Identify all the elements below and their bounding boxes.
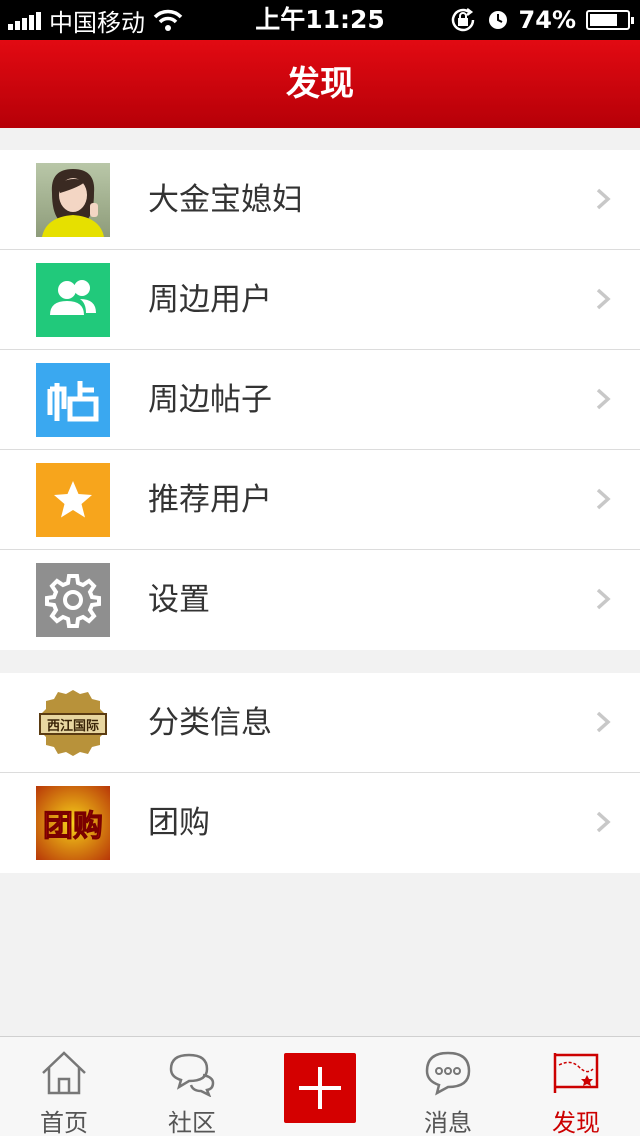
list-item-label: 周边帖子 (148, 382, 272, 418)
battery-percent: 74% (518, 6, 576, 34)
list-item-label: 推荐用户 (148, 482, 272, 518)
message-icon (425, 1051, 471, 1096)
chevron-right-icon (596, 711, 611, 733)
tab-label: 首页 (40, 1109, 88, 1136)
list-item-label: 设置 (148, 582, 210, 618)
list-item-recommended-users[interactable]: 推荐用户 (0, 450, 640, 550)
rotation-lock-icon (451, 8, 474, 32)
list-item-label: 分类信息 (148, 705, 272, 741)
list-item-label: 大金宝媳妇 (148, 182, 303, 218)
tab-community[interactable]: 社区 (128, 1037, 256, 1136)
chevron-right-icon (596, 288, 611, 310)
chat-bubbles-icon (169, 1053, 215, 1097)
tab-label: 发现 (552, 1109, 600, 1136)
svg-text:团购: 团购 (43, 809, 103, 844)
tab-home[interactable]: 首页 (0, 1037, 128, 1136)
users-icon (36, 263, 110, 337)
plus-icon (299, 1067, 341, 1109)
list-item-label: 团购 (148, 805, 210, 841)
alarm-icon (488, 11, 507, 29)
chevron-right-icon (596, 811, 611, 833)
user-avatar (36, 163, 110, 237)
add-post-button[interactable] (284, 1053, 356, 1123)
tab-bar: 首页 社区 消息 发现 (0, 1036, 640, 1136)
category-logo: 西江国际 (36, 686, 110, 760)
star-icon (36, 463, 110, 537)
page-title: 发现 (286, 64, 354, 104)
list-item-nearby-users[interactable]: 周边用户 (0, 250, 640, 350)
status-bar: 中国移动 上午11:25 74% (0, 0, 640, 40)
post-icon (36, 363, 110, 437)
chevron-right-icon (596, 188, 611, 210)
svg-text:西江国际: 西江国际 (47, 718, 99, 734)
discover-flag-icon (553, 1053, 599, 1093)
nav-bar: 发现 (0, 40, 640, 128)
discover-list-secondary: 西江国际 分类信息 团购 团购 (0, 673, 640, 873)
list-item-category-info[interactable]: 西江国际 分类信息 (0, 673, 640, 773)
tab-discover[interactable]: 发现 (512, 1037, 640, 1136)
list-item-nearby-posts[interactable]: 周边帖子 (0, 350, 640, 450)
discover-list-primary: 大金宝媳妇 周边用户 周边帖子 推荐用户 设置 (0, 150, 640, 650)
tab-label: 社区 (168, 1109, 216, 1136)
list-item-settings[interactable]: 设置 (0, 550, 640, 650)
chevron-right-icon (596, 488, 611, 510)
tab-label: 消息 (424, 1109, 472, 1136)
chevron-right-icon (596, 588, 611, 610)
chevron-right-icon (596, 388, 611, 410)
list-item-my-profile[interactable]: 大金宝媳妇 (0, 150, 640, 250)
list-item-label: 周边用户 (148, 282, 272, 318)
battery-icon (586, 10, 634, 30)
list-item-group-buy[interactable]: 团购 团购 (0, 773, 640, 873)
home-icon (42, 1051, 86, 1095)
gear-icon (36, 563, 110, 637)
tab-messages[interactable]: 消息 (384, 1037, 512, 1136)
group-buy-logo: 团购 (36, 786, 110, 860)
